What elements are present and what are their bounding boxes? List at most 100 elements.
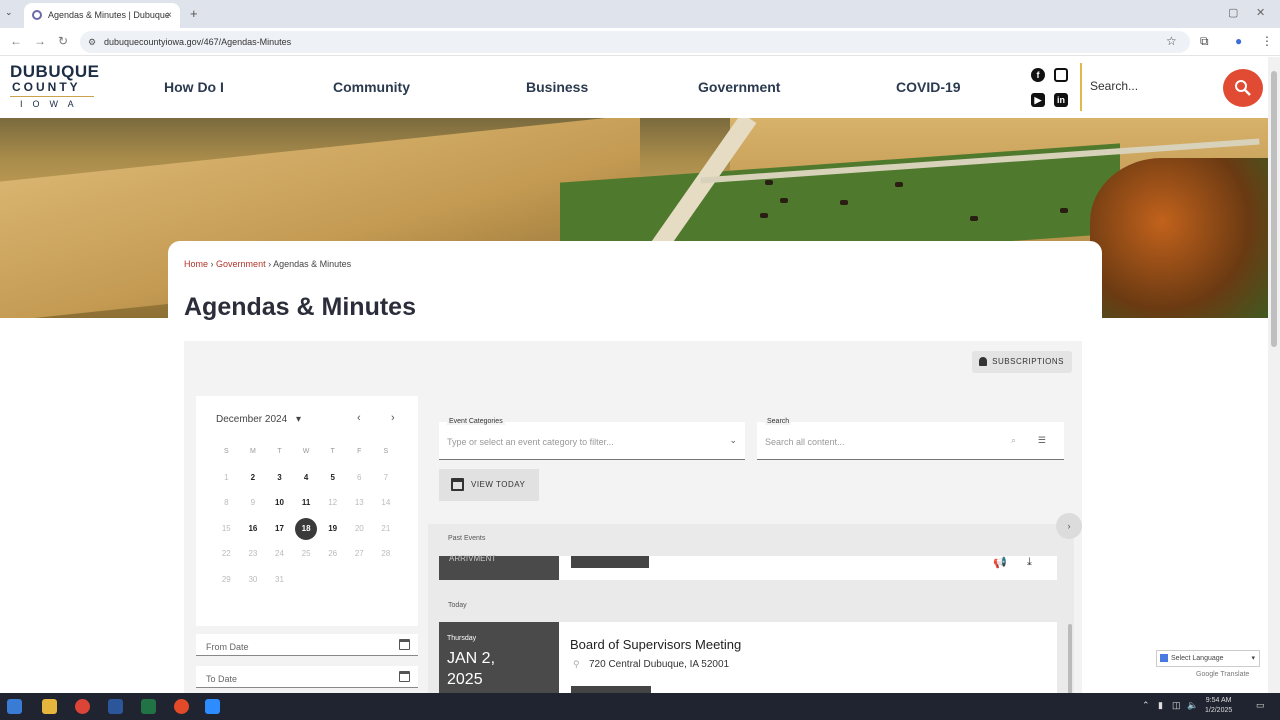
- calendar-day[interactable]: 3: [266, 465, 293, 491]
- nav-business[interactable]: Business: [526, 79, 588, 95]
- calendar-day[interactable]: 31: [266, 567, 293, 593]
- calendar-day[interactable]: 28: [373, 541, 400, 567]
- prev-month-icon[interactable]: ‹: [357, 412, 361, 424]
- windows-start-icon[interactable]: [7, 699, 22, 714]
- calendar-day[interactable]: 23: [240, 541, 267, 567]
- calendar-day[interactable]: 17: [266, 516, 293, 542]
- event-title[interactable]: Board of Supervisors Meeting: [570, 637, 741, 652]
- excel-icon[interactable]: [141, 699, 156, 714]
- calendar-day[interactable]: 15: [213, 516, 240, 542]
- nav-covid-19[interactable]: COVID-19: [896, 79, 961, 95]
- forward-icon[interactable]: →: [34, 34, 46, 48]
- content-search-field[interactable]: Search Search all content... ⌕ ☰: [757, 418, 1064, 460]
- calendar-day[interactable]: 24: [266, 541, 293, 567]
- zoom-icon[interactable]: [205, 699, 220, 714]
- events-scrollbar[interactable]: [1068, 624, 1072, 694]
- nav-government[interactable]: Government: [698, 79, 780, 95]
- profile-icon[interactable]: ●: [1235, 34, 1242, 48]
- calendar-day[interactable]: 7: [373, 465, 400, 491]
- megaphone-icon[interactable]: 📢: [993, 556, 1007, 569]
- calendar-day[interactable]: 8: [213, 490, 240, 516]
- new-tab-button[interactable]: +: [190, 6, 198, 21]
- event-category-select[interactable]: Event Categories Type or select an event…: [439, 418, 745, 460]
- calendar-day[interactable]: 19: [319, 516, 346, 542]
- event-card-today[interactable]: Thursday JAN 2, 2025 Board of Supervisor…: [439, 622, 1057, 701]
- calendar-day-selected[interactable]: 18: [293, 516, 320, 542]
- breadcrumb-home[interactable]: Home: [184, 259, 208, 269]
- word-icon[interactable]: [108, 699, 123, 714]
- calendar-day[interactable]: 2: [240, 465, 267, 491]
- search-icon[interactable]: ⌕: [1011, 435, 1016, 446]
- search-label: Search: [765, 418, 792, 425]
- page-scrollbar[interactable]: [1268, 57, 1280, 693]
- chrome-icon[interactable]: [75, 699, 90, 714]
- calendar-day[interactable]: 22: [213, 541, 240, 567]
- tray-chevron-icon[interactable]: ⌃: [1142, 700, 1150, 711]
- page-scrollbar-thumb[interactable]: [1271, 71, 1277, 347]
- facebook-icon[interactable]: f: [1031, 68, 1045, 82]
- youtube-icon[interactable]: ▶: [1031, 93, 1045, 107]
- from-date-field[interactable]: From Date: [196, 634, 418, 656]
- restore-window-icon[interactable]: ▢: [1228, 6, 1238, 19]
- site-info-icon[interactable]: ⚙: [88, 31, 96, 53]
- download-icon[interactable]: ⤓: [1027, 556, 1032, 569]
- calendar-day[interactable]: 30: [240, 567, 267, 593]
- taskbar-clock[interactable]: 9:54 AM 1/2/2025: [1205, 696, 1232, 716]
- calendar-day[interactable]: 1: [213, 465, 240, 491]
- calendar-day[interactable]: 25: [293, 541, 320, 567]
- calendar-day[interactable]: 11: [293, 490, 320, 516]
- tray-network-icon[interactable]: ◫: [1172, 700, 1181, 711]
- browser-menu-icon[interactable]: ⋮: [1261, 34, 1273, 48]
- calendar-day[interactable]: 5: [319, 465, 346, 491]
- calendar-day[interactable]: 16: [240, 516, 267, 542]
- close-window-icon[interactable]: ✕: [1256, 6, 1265, 19]
- calendar-icon[interactable]: [399, 671, 410, 682]
- instagram-icon[interactable]: [1054, 68, 1068, 82]
- tray-volume-icon[interactable]: 🔈: [1187, 700, 1198, 711]
- calendar-day[interactable]: 13: [346, 490, 373, 516]
- event-card-past[interactable]: ARRIVMENT 📢 ⤓: [439, 554, 1057, 580]
- reload-icon[interactable]: ↻: [58, 34, 68, 48]
- select-language-dropdown[interactable]: Select Language ▾: [1156, 650, 1260, 667]
- calendar-day[interactable]: 6: [346, 465, 373, 491]
- browser-tab[interactable]: Agendas & Minutes | Dubuque ×: [24, 3, 180, 28]
- firefox-icon[interactable]: [174, 699, 189, 714]
- extensions-icon[interactable]: ⧉: [1200, 34, 1209, 49]
- calendar-month-label[interactable]: December 2024 ▾: [216, 414, 301, 425]
- powered-by-translate[interactable]: Google Translate: [1196, 671, 1249, 678]
- notifications-icon[interactable]: ▭: [1256, 700, 1265, 711]
- calendar-day[interactable]: 27: [346, 541, 373, 567]
- breadcrumb-government[interactable]: Government: [216, 259, 266, 269]
- calendar-day: [373, 567, 400, 593]
- calendar-icon[interactable]: [399, 639, 410, 650]
- nav-how-do-i[interactable]: How Do I: [164, 79, 224, 95]
- logo-line-3: IOWA: [20, 99, 84, 109]
- tray-battery-icon[interactable]: ▮: [1158, 700, 1163, 711]
- calendar-day[interactable]: 29: [213, 567, 240, 593]
- calendar-day[interactable]: 10: [266, 490, 293, 516]
- view-today-button[interactable]: VIEW TODAY: [439, 469, 539, 501]
- calendar-day[interactable]: 14: [373, 490, 400, 516]
- calendar-day[interactable]: 21: [373, 516, 400, 542]
- subscriptions-button[interactable]: SUBSCRIPTIONS: [972, 351, 1072, 373]
- url-field[interactable]: ⚙ dubuquecountyiowa.gov/467/Agendas-Minu…: [80, 31, 1190, 53]
- next-month-icon[interactable]: ›: [391, 412, 395, 424]
- back-icon[interactable]: ←: [10, 34, 22, 48]
- tab-search-icon[interactable]: ⌄: [5, 7, 13, 18]
- calendar-day[interactable]: 26: [319, 541, 346, 567]
- linkedin-icon[interactable]: in: [1054, 93, 1068, 107]
- tab-close-icon[interactable]: ×: [166, 3, 172, 28]
- file-explorer-icon[interactable]: [42, 699, 57, 714]
- county-logo[interactable]: DUBUQUE COUNTY IOWA: [10, 63, 99, 115]
- nav-community[interactable]: Community: [333, 79, 410, 95]
- calendar-day[interactable]: 12: [319, 490, 346, 516]
- site-search-input[interactable]: Search...: [1090, 79, 1190, 93]
- to-date-field[interactable]: To Date: [196, 666, 418, 688]
- filter-icon[interactable]: ☰: [1038, 435, 1046, 446]
- calendar-day[interactable]: 4: [293, 465, 320, 491]
- calendar-day[interactable]: 20: [346, 516, 373, 542]
- calendar-day[interactable]: 9: [240, 490, 267, 516]
- bookmark-star-icon[interactable]: ☆: [1166, 34, 1177, 48]
- expand-events-icon[interactable]: ›: [1056, 513, 1082, 539]
- site-search-button[interactable]: [1223, 69, 1263, 107]
